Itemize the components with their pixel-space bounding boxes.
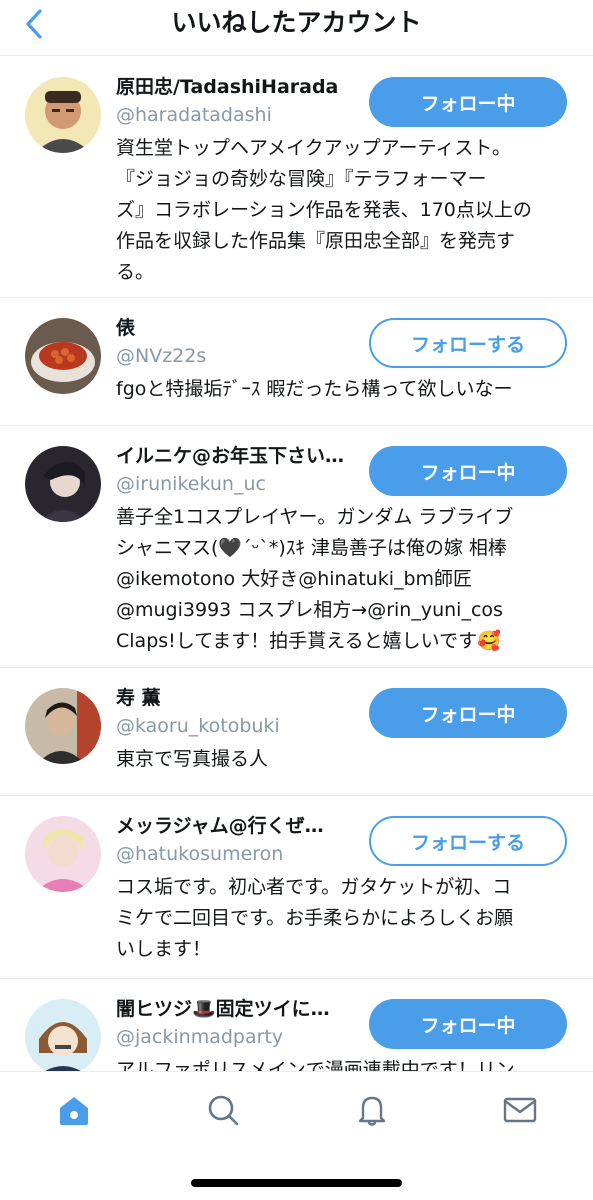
follow-button[interactable]: フォローする	[369, 816, 567, 866]
following-button[interactable]: フォロー中	[369, 688, 567, 738]
home-indicator[interactable]	[191, 1179, 402, 1187]
account-handle: @NVz22s	[116, 345, 207, 367]
account-handle: @jackinmadparty	[116, 1026, 284, 1048]
nav-header: いいねしたアカウント	[0, 0, 593, 56]
search-icon	[208, 1095, 239, 1126]
avatar[interactable]	[25, 816, 101, 892]
account-name: 寿 薫	[116, 687, 161, 709]
account-name: 原田忠/TadashiHarada	[116, 76, 339, 98]
following-button[interactable]: フォロー中	[369, 446, 567, 496]
page-title: いいねしたアカウント	[171, 8, 422, 37]
account-row[interactable]: 寿 薫 @kaoru_kotobuki フォロー中 東京で写真撮る人	[0, 668, 593, 796]
account-handle: @hatukosumeron	[116, 843, 284, 865]
account-row[interactable]: 闇ヒツジ🎩固定ツイに… @jackinmadparty フォロー中 アルファポリ…	[0, 979, 593, 1071]
avatar[interactable]	[25, 77, 101, 153]
avatar[interactable]	[25, 688, 101, 764]
account-handle: @haradatadashi	[116, 104, 272, 126]
follow-button[interactable]: フォローする	[369, 318, 567, 368]
account-handle: @irunikekun_uc	[116, 473, 266, 495]
avatar[interactable]	[25, 999, 101, 1071]
avatar[interactable]	[25, 446, 101, 522]
account-bio: 善子全1コスプレイヤー。ガンダム ラブライブ シャニマス(🖤´ᵕ`*)ｽｷ 津島…	[116, 506, 514, 652]
account-name: メッラジャム@行くぜ…	[116, 815, 324, 837]
mail-icon	[503, 1097, 537, 1123]
tab-notifications[interactable]	[352, 1090, 392, 1130]
account-row[interactable]: メッラジャム@行くぜ… @hatukosumeron フォローする コス垢です。…	[0, 796, 593, 979]
account-bio: 東京で写真撮る人	[116, 748, 269, 770]
account-name: イルニケ@お年玉下さい…	[116, 445, 345, 467]
account-row[interactable]: イルニケ@お年玉下さい… @irunikekun_uc フォロー中 善子全1コス…	[0, 426, 593, 668]
account-name: 闇ヒツジ🎩固定ツイに…	[116, 998, 330, 1020]
account-handle: @kaoru_kotobuki	[116, 715, 280, 737]
account-bio: 資生堂トップヘアメイクアップアーティスト。 『ジョジョの奇妙な冒険』『テラフォー…	[116, 137, 532, 283]
home-icon	[60, 1097, 88, 1125]
tab-search[interactable]	[203, 1090, 243, 1130]
following-button[interactable]: フォロー中	[369, 999, 567, 1049]
account-row[interactable]: 俵 @NVz22s フォローする fgoと特撮垢ﾃﾞｰｽ 暇だったら構って欲しい…	[0, 298, 593, 426]
account-name: 俵	[116, 317, 136, 339]
bell-icon	[358, 1096, 386, 1126]
account-row[interactable]: 原田忠/TadashiHarada @haradatadashi フォロー中 資…	[0, 57, 593, 298]
account-bio: アルファポリスメインで漫画連載中です！リン	[116, 1059, 515, 1071]
account-bio: コス垢です。初心者です。ガタケットが初、コ ミケで二回目です。お手柔らかによろし…	[116, 876, 514, 960]
tab-messages[interactable]	[500, 1090, 540, 1130]
following-button[interactable]: フォロー中	[369, 77, 567, 127]
account-bio: fgoと特撮垢ﾃﾞｰｽ 暇だったら構って欲しいなー	[116, 378, 513, 400]
avatar[interactable]	[25, 318, 101, 394]
tab-home[interactable]	[54, 1090, 94, 1130]
account-list[interactable]: 原田忠/TadashiHarada @haradatadashi フォロー中 資…	[0, 57, 593, 1071]
